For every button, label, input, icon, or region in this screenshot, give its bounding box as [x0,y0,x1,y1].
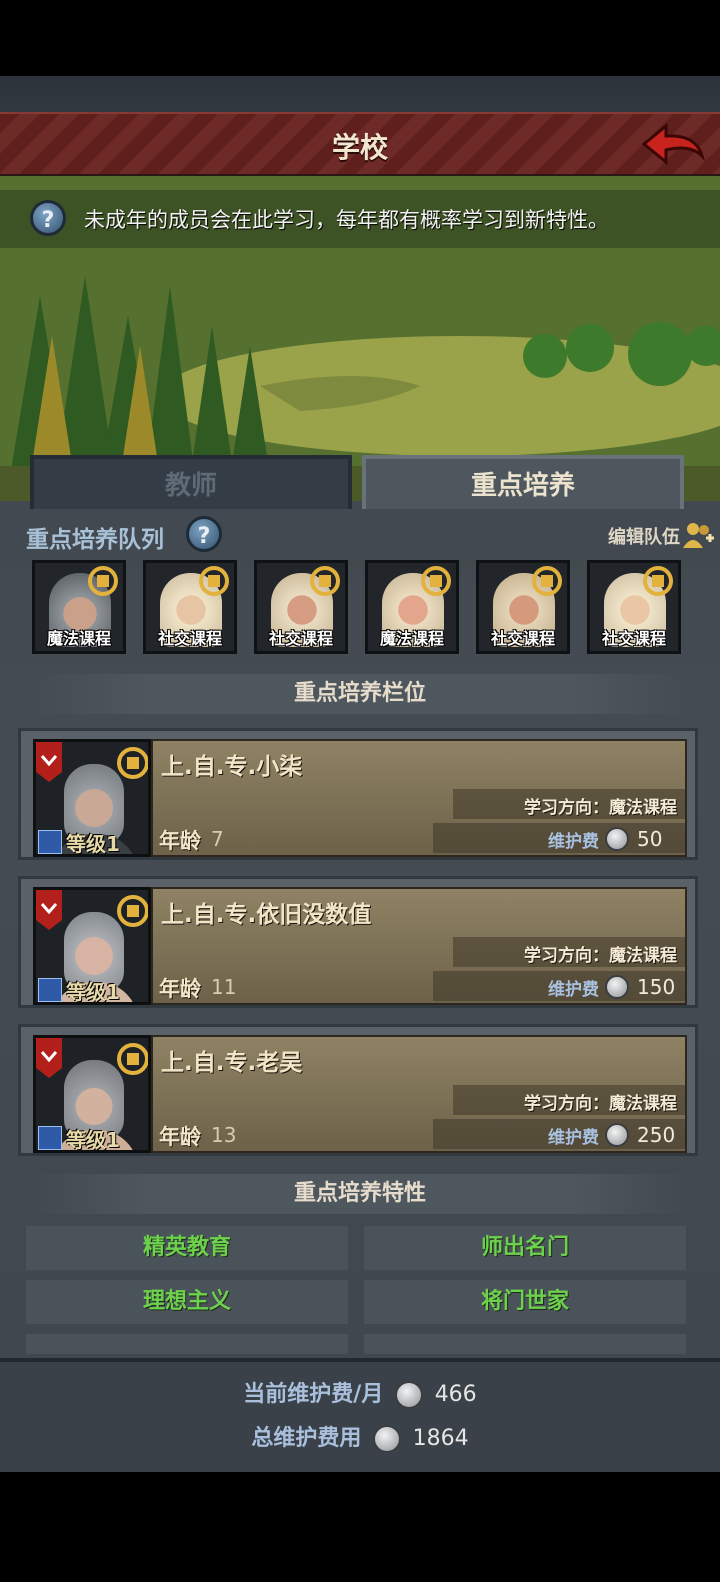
silver-coin-icon [605,975,629,999]
fee-label: 维护费 [548,980,599,1000]
queue-slot[interactable]: 社交课程 [254,560,348,654]
traits-section-title: 重点培养特性 [30,1174,690,1214]
swap-course-icon[interactable] [116,894,150,928]
info-tip: ? 未成年的成员会在此学习，每年都有概率学习到新特性。 [0,190,720,248]
queue-course: 魔法课程 [46,629,111,648]
fee-label: 维护费 [548,1128,599,1148]
current-fee-label: 当前维护费/月 [243,1382,384,1407]
swap-course-icon[interactable] [116,1042,150,1076]
student-name: 上.自.专.老吴 [161,1050,303,1076]
swap-course-icon[interactable] [642,565,674,597]
silver-coin-icon [605,827,629,851]
swap-course-icon[interactable] [309,565,341,597]
level-label: 等级1 [66,832,120,856]
slots-section-title: 重点培养栏位 [30,674,690,714]
maintenance-footer: 当前维护费/月 466 总维护费用 1864 [0,1358,720,1472]
student-name: 上.自.专.小柒 [161,754,303,780]
student-info: 上.自.专.依旧没数值 年龄 11 学习方向：魔法课程 维护费 150 [151,887,687,1005]
age-value: 11 [211,975,237,999]
question-icon[interactable]: ? [30,200,66,236]
sword-icon [38,830,62,854]
school-banner: ? 未成年的成员会在此学习，每年都有概率学习到新特性。 [0,176,720,501]
study-direction: 学习方向：魔法课程 [524,798,677,818]
queue-course: 魔法课程 [379,629,444,648]
current-fee-value: 466 [434,1382,477,1407]
study-direction: 学习方向：魔法课程 [524,946,677,966]
trait-item-partial[interactable] [364,1334,686,1354]
swap-course-icon[interactable] [198,565,230,597]
page-title: 学校 [331,131,388,164]
header-bar: 学校 [0,112,720,178]
current-fee-row: 当前维护费/月 466 [0,1376,720,1409]
age-label: 年龄 [159,829,201,853]
tab-teacher[interactable]: 教师 [30,455,352,509]
family-banner-icon [36,1038,62,1078]
study-direction: 学习方向：魔法课程 [524,1094,677,1114]
silver-coin-icon [605,1123,629,1147]
queue-slot[interactable]: 社交课程 [476,560,570,654]
student-portrait: 等级1 [33,1035,151,1153]
age-label: 年龄 [159,977,201,1001]
sword-icon [38,978,62,1002]
tip-text: 未成年的成员会在此学习，每年都有概率学习到新特性。 [84,208,609,232]
student-portrait: 等级1 [33,887,151,1005]
age-value: 7 [211,827,224,851]
queue-slot[interactable]: 魔法课程 [365,560,459,654]
sword-icon [38,1126,62,1150]
trait-item[interactable]: 理想主义 [26,1280,348,1324]
total-fee-value: 1864 [412,1426,469,1451]
silver-coin-icon [373,1425,401,1453]
student-card[interactable]: 等级1 上.自.专.小柒 年龄 7 学习方向：魔法课程 维护费 50 [18,728,698,860]
student-info: 上.自.专.小柒 年龄 7 学习方向：魔法课程 维护费 50 [151,739,687,857]
queue-slot[interactable]: 社交课程 [587,560,681,654]
queue-slot[interactable]: 魔法课程 [32,560,126,654]
queue-course: 社交课程 [268,629,333,648]
fee-value: 250 [637,1123,676,1147]
queue-course: 社交课程 [490,629,555,648]
level-label: 等级1 [66,1128,120,1152]
edit-team-button[interactable]: 编辑队伍 [608,523,680,549]
tab-focus-training[interactable]: 重点培养 [362,455,684,509]
fee-label: 维护费 [548,832,599,852]
total-fee-row: 总维护费用 1864 [0,1420,720,1453]
family-banner-icon [36,890,62,930]
swap-course-icon[interactable] [531,565,563,597]
queue-course: 社交课程 [601,629,666,648]
trait-item[interactable]: 精英教育 [26,1226,348,1270]
queue-label: 重点培养队列 [26,527,164,553]
age-label: 年龄 [159,1125,201,1149]
swap-course-icon[interactable] [420,565,452,597]
student-name: 上.自.专.依旧没数值 [161,902,372,928]
student-info: 上.自.专.老吴 年龄 13 学习方向：魔法课程 维护费 250 [151,1035,687,1153]
total-fee-label: 总维护费用 [251,1426,362,1451]
family-banner-icon [36,742,62,782]
student-card[interactable]: 等级1 上.自.专.依旧没数值 年龄 11 学习方向：魔法课程 维护费 150 [18,876,698,1008]
student-portrait: 等级1 [33,739,151,857]
fee-value: 150 [637,975,676,999]
swap-course-icon[interactable] [87,565,119,597]
queue-slot[interactable]: 社交课程 [143,560,237,654]
trait-item[interactable]: 将门世家 [364,1280,686,1324]
screen: 学校 ? 未成年的成员会在此学习，每年都有概率学习到新特性。 教师 重点培养 重… [0,0,720,1582]
level-label: 等级1 [66,980,120,1004]
queue-help-icon[interactable]: ? [186,516,222,552]
queue-course: 社交课程 [157,629,222,648]
fee-value: 50 [637,827,663,851]
age-value: 13 [211,1123,237,1147]
student-card[interactable]: 等级1 上.自.专.老吴 年龄 13 学习方向：魔法课程 维护费 250 [18,1024,698,1156]
swap-course-icon[interactable] [116,746,150,780]
silver-coin-icon [395,1381,424,1409]
trait-item[interactable]: 师出名门 [364,1226,686,1270]
edit-team-icon[interactable] [682,520,714,550]
trait-item-partial[interactable] [26,1334,348,1354]
back-arrow-icon[interactable] [640,122,706,166]
